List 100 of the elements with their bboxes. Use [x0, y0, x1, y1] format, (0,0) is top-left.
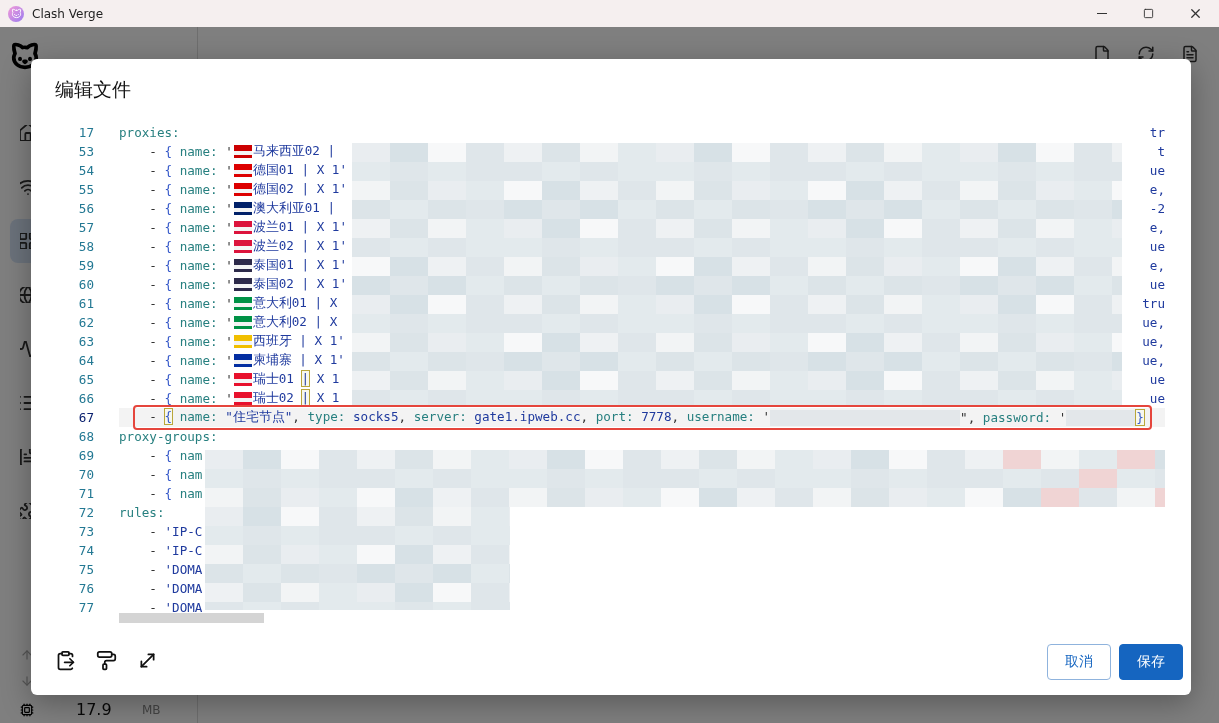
line-number: 75 — [77, 562, 94, 577]
paint-roller-icon[interactable] — [96, 649, 117, 671]
flag-icon — [233, 240, 252, 253]
code-text: - 'DOMA — [148, 562, 203, 577]
code-text: } — [1136, 410, 1144, 425]
code-text: - { nam — [148, 448, 203, 463]
code-text: 澳大利亚01 | — [252, 200, 336, 217]
code-text: e, — [1149, 182, 1165, 197]
close-icon — [1188, 6, 1203, 21]
code-text: 波兰01 | X 1' — [252, 219, 347, 236]
line-number: 53 — [77, 144, 94, 159]
cat-logo-icon — [10, 41, 40, 71]
flag-icon — [233, 373, 252, 386]
code-text: proxy-groups: — [119, 429, 218, 444]
line-number: 65 — [77, 372, 94, 387]
line-number: 71 — [77, 486, 94, 501]
line-number: 74 — [77, 543, 94, 558]
code-text: tru — [1142, 296, 1165, 311]
code-text: - { name: ' — [148, 163, 233, 178]
code-text: - { name: ' — [148, 239, 233, 254]
line-number: 76 — [77, 581, 94, 596]
code-text: 西班牙 | X 1' — [252, 333, 345, 350]
code-text: - { name: ' — [148, 372, 233, 387]
flag-icon — [233, 354, 252, 367]
code-text: 柬埔寨 | X 1' — [252, 352, 345, 369]
line-number: 63 — [77, 334, 94, 349]
line-number: 61 — [77, 296, 94, 311]
chip-icon — [20, 702, 34, 717]
code-text: 意大利01 | X — [252, 295, 338, 312]
code-text: proxies: — [119, 125, 180, 140]
save-button[interactable]: 保存 — [1119, 644, 1183, 680]
document-icon[interactable] — [1181, 45, 1199, 63]
flag-icon — [233, 392, 252, 405]
line-number: 70 — [77, 467, 94, 482]
line-number: 60 — [77, 277, 94, 292]
code-text: - { name: ' — [148, 353, 233, 368]
code-text: rules: — [119, 505, 165, 520]
cancel-button[interactable]: 取消 — [1047, 644, 1111, 680]
line-number: 68 — [77, 429, 94, 444]
maximize-icon — [1143, 8, 1154, 19]
code-text: -2 — [1149, 201, 1165, 216]
code-text: - { name: ' — [148, 201, 233, 216]
code-text: e, — [1149, 220, 1165, 235]
code-text: - { name: ' — [148, 258, 233, 273]
code-text: ue, — [1142, 334, 1165, 349]
code-text: ue — [1149, 391, 1165, 406]
line-number: 72 — [77, 505, 94, 520]
flag-icon — [233, 278, 252, 291]
window-title: Clash Verge — [32, 6, 104, 21]
code-text: ue — [1149, 163, 1165, 178]
code-text: - { name: "住宅节点", type: socks5, server: gate1.ipweb.cc, port: 7778, username: ' — [148, 409, 771, 426]
line-number: 17 — [77, 125, 94, 140]
code-text: - { name: ' — [148, 182, 233, 197]
code-text: ue — [1149, 372, 1165, 387]
flag-icon — [233, 259, 252, 272]
code-text: ue — [1149, 239, 1165, 254]
code-text: 瑞士02 | X 1 — [252, 390, 340, 407]
flag-icon — [233, 183, 252, 196]
clipboard-icon[interactable] — [55, 649, 76, 671]
flag-icon — [233, 297, 252, 310]
code-text: 德国01 | X 1' — [252, 162, 347, 179]
line-number: 67 — [77, 410, 94, 425]
line-number: 55 — [77, 182, 94, 197]
code-text: ue — [1149, 277, 1165, 292]
code-text: - { name: ' — [148, 296, 233, 311]
scrollbar-thumb[interactable] — [119, 613, 264, 623]
code-text: - 'IP-C — [148, 524, 203, 539]
code-text: t — [1157, 144, 1165, 159]
code-text: e, — [1149, 258, 1165, 273]
code-text: 德国02 | X 1' — [252, 181, 347, 198]
code-text: 波兰02 | X 1' — [252, 238, 347, 255]
code-text: 马来西亚02 | — [252, 143, 336, 160]
minimize-icon — [1096, 13, 1107, 14]
flag-icon — [233, 202, 252, 215]
line-number: 69 — [77, 448, 94, 463]
line-number: 57 — [77, 220, 94, 235]
code-text: 泰国01 | X 1' — [252, 257, 347, 274]
code-text: - { nam — [148, 467, 203, 482]
code-text: - { name: ' — [148, 144, 233, 159]
code-text: tr — [1149, 125, 1165, 140]
code-text: - 'DOMA — [148, 600, 203, 615]
code-text: 泰国02 | X 1' — [252, 276, 347, 293]
code-text: 意大利02 | X — [252, 314, 338, 331]
code-text: - 'IP-C — [148, 543, 203, 558]
upload-arrow-icon — [20, 648, 34, 662]
memory-value: 17.9 — [76, 700, 113, 719]
code-text: ue, — [1142, 315, 1165, 330]
code-text: ", password: ' — [960, 410, 1067, 425]
flag-icon — [233, 145, 252, 158]
code-text: - { nam — [148, 486, 203, 501]
code-text: - { name: ' — [148, 391, 233, 406]
download-arrow-icon — [20, 674, 34, 688]
code-text: - 'DOMA — [148, 581, 203, 596]
flag-icon — [233, 316, 252, 329]
line-number: 66 — [77, 391, 94, 406]
code-text: ue, — [1142, 353, 1165, 368]
line-number: 64 — [77, 353, 94, 368]
code-text: - { name: ' — [148, 315, 233, 330]
flag-icon — [233, 221, 252, 234]
line-number: 77 — [77, 600, 94, 615]
